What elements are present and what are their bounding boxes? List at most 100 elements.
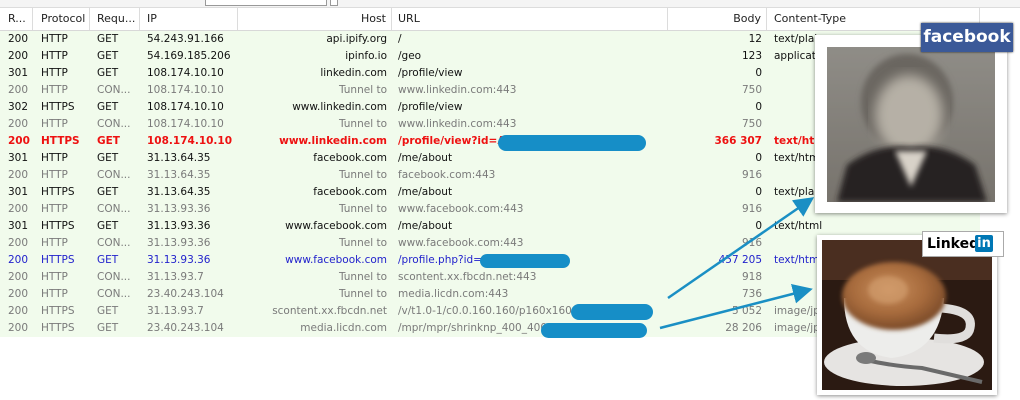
redaction-blot [498, 135, 646, 151]
cell-body: 457 205 [718, 254, 762, 266]
redaction-blot [541, 323, 647, 338]
cell-ip: 31.13.93.36 [147, 220, 211, 232]
cell-request: GET [97, 186, 119, 198]
cell-url: www.linkedin.com:443 [398, 84, 517, 96]
cell-url: / [398, 33, 402, 45]
cell-ip: 31.13.64.35 [147, 169, 211, 181]
cell-body: 366 307 [714, 135, 763, 147]
cell-body: 750 [741, 118, 762, 130]
cell-ip: 31.13.93.7 [147, 271, 204, 283]
cell-request: GET [97, 33, 119, 45]
cell-request: GET [97, 220, 119, 232]
cell-protocol: HTTP [41, 152, 68, 164]
cell-protocol: HTTP [41, 33, 68, 45]
cell-host: api.ipify.org [326, 33, 387, 45]
cell-host: Tunnel to [338, 118, 387, 130]
cell-request: CON... [97, 84, 131, 96]
column-header-url[interactable]: URL [393, 8, 668, 30]
cell-protocol: HTTP [41, 271, 68, 283]
cell-result: 200 [8, 135, 30, 147]
cell-request: GET [97, 254, 119, 266]
cell-host: www.linkedin.com [292, 101, 387, 113]
facebook-logo: facebook [921, 23, 1013, 52]
cell-result: 200 [8, 254, 29, 266]
linkedin-logo-text: Linked [927, 236, 980, 252]
toolbar-separator [330, 0, 338, 6]
cell-ip: 54.243.91.166 [147, 33, 224, 45]
cell-body: 12 [748, 33, 762, 45]
redaction-blot [480, 254, 570, 268]
cell-request: GET [97, 67, 119, 79]
cell-body: 28 206 [725, 322, 762, 334]
cell-result: 200 [8, 271, 29, 283]
column-header-protocol[interactable]: Protocol [36, 8, 90, 30]
column-header-request[interactable]: Requ... [92, 8, 140, 30]
cell-ip: 108.174.10.10 [147, 67, 224, 79]
cell-host: www.facebook.com [285, 220, 387, 232]
cell-body: 0 [755, 101, 762, 113]
cell-request: CON... [97, 271, 131, 283]
cell-url: facebook.com:443 [398, 169, 496, 181]
cell-request: GET [97, 305, 119, 317]
column-header-host[interactable]: Host [238, 8, 392, 30]
cell-host: Tunnel to [338, 271, 387, 283]
cell-url: /profile/view [398, 101, 463, 113]
cell-host: Tunnel to [338, 288, 387, 300]
cell-request: CON... [97, 118, 131, 130]
cell-result: 301 [8, 186, 29, 198]
cell-host: scontent.xx.fbcdn.net [272, 305, 387, 317]
cell-protocol: HTTP [41, 50, 68, 62]
cell-url: /me/about [398, 186, 453, 198]
cell-ip: 108.174.10.10 [147, 84, 224, 96]
cell-host: linkedin.com [320, 67, 387, 79]
cell-protocol: HTTPS [41, 135, 80, 147]
cell-host: ipinfo.io [345, 50, 387, 62]
cell-host: facebook.com [313, 152, 387, 164]
cell-body: 750 [741, 84, 762, 96]
cell-body: 916 [741, 237, 762, 249]
cell-body: 918 [741, 271, 762, 283]
cell-ip: 31.13.93.36 [147, 203, 211, 215]
cell-protocol: HTTPS [41, 101, 75, 113]
linkedin-photo-card [817, 235, 997, 395]
cell-result: 302 [8, 101, 29, 113]
cell-request: GET [97, 322, 119, 334]
cell-request: GET [97, 50, 119, 62]
cell-host: Tunnel to [338, 169, 387, 181]
cell-url: media.licdn.com:443 [398, 288, 509, 300]
column-header-body[interactable]: Body [670, 8, 767, 30]
cell-body: 123 [741, 50, 762, 62]
cell-protocol: HTTP [41, 84, 68, 96]
cell-result: 301 [8, 152, 29, 164]
cell-protocol: HTTP [41, 288, 68, 300]
cell-ip: 31.13.93.36 [147, 237, 211, 249]
column-header-result[interactable]: R... [3, 8, 33, 30]
cell-result: 301 [8, 220, 29, 232]
cell-result: 200 [8, 50, 29, 62]
session-row[interactable]: 301 HTTPS GET 31.13.93.36 www.facebook.com/m… [0, 218, 980, 235]
cell-result: 200 [8, 237, 29, 249]
cell-host: Tunnel to [338, 203, 387, 215]
cell-result: 200 [8, 322, 29, 334]
cell-result: 200 [8, 203, 29, 215]
cell-result: 200 [8, 33, 29, 45]
linkedin-in-icon: in [975, 235, 993, 252]
cell-host: www.facebook.com [285, 254, 387, 266]
cell-request: GET [97, 152, 119, 164]
cell-request: CON... [97, 169, 131, 181]
cell-body: 0 [755, 220, 762, 232]
cell-url: www.facebook.com:443 [398, 237, 524, 249]
linkedin-logo: Linked in [922, 231, 1004, 257]
cell-ip: 23.40.243.104 [147, 322, 224, 334]
cell-body: 0 [755, 152, 762, 164]
linkedin-profile-photo [822, 240, 992, 390]
cell-url: /me/about [398, 220, 453, 232]
cell-url: scontent.xx.fbcdn.net:443 [398, 271, 537, 283]
cell-result: 301 [8, 67, 29, 79]
cell-host: Tunnel to [338, 237, 387, 249]
cell-result: 200 [8, 169, 29, 181]
cell-ip: 108.174.10.10 [147, 101, 224, 113]
toolbar-field[interactable] [205, 0, 327, 6]
cell-ip: 54.169.185.206 [147, 50, 231, 62]
column-header-ip[interactable]: IP [142, 8, 238, 30]
